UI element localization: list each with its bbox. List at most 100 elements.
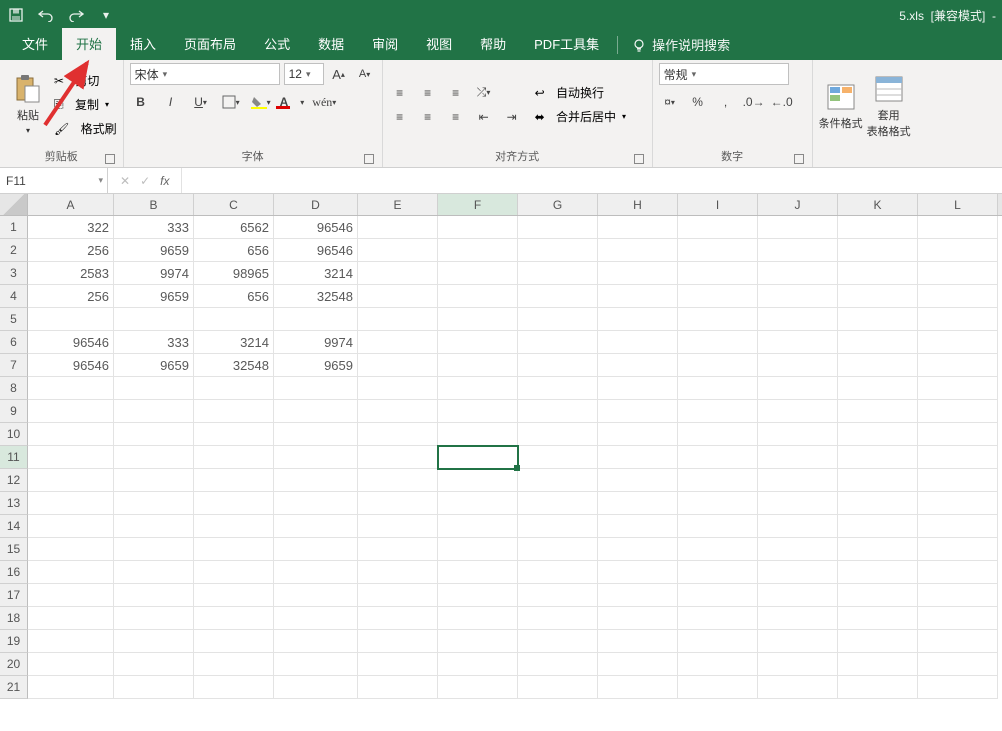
cell[interactable]: [758, 423, 838, 446]
cell[interactable]: [274, 400, 358, 423]
cell[interactable]: [838, 354, 918, 377]
cell[interactable]: [918, 400, 998, 423]
cell[interactable]: [438, 423, 518, 446]
cell[interactable]: [918, 262, 998, 285]
cell[interactable]: [598, 423, 678, 446]
row-header[interactable]: 17: [0, 584, 28, 607]
cell[interactable]: [598, 676, 678, 699]
cell[interactable]: [678, 423, 758, 446]
cell[interactable]: [274, 308, 358, 331]
cell[interactable]: [438, 492, 518, 515]
tab-review[interactable]: 审阅: [358, 28, 412, 60]
cell[interactable]: [194, 630, 274, 653]
cell[interactable]: [678, 538, 758, 561]
cell[interactable]: [358, 584, 438, 607]
column-header-B[interactable]: B: [114, 194, 194, 215]
cell[interactable]: 656: [194, 239, 274, 262]
cell[interactable]: 9659: [114, 285, 194, 308]
cell[interactable]: [438, 308, 518, 331]
cell[interactable]: [114, 308, 194, 331]
currency-button[interactable]: ¤▾: [659, 91, 681, 113]
cell[interactable]: [678, 216, 758, 239]
cell[interactable]: [438, 561, 518, 584]
cell[interactable]: [918, 216, 998, 239]
cell[interactable]: [28, 653, 114, 676]
cell[interactable]: [918, 607, 998, 630]
cell[interactable]: [358, 538, 438, 561]
cell[interactable]: [438, 653, 518, 676]
cell[interactable]: 656: [194, 285, 274, 308]
row-header[interactable]: 10: [0, 423, 28, 446]
cell[interactable]: [114, 653, 194, 676]
cell[interactable]: [194, 515, 274, 538]
row-header[interactable]: 19: [0, 630, 28, 653]
cell[interactable]: [598, 538, 678, 561]
cell[interactable]: 96546: [274, 216, 358, 239]
cell[interactable]: [518, 607, 598, 630]
select-all-corner[interactable]: [0, 194, 28, 215]
cell[interactable]: [194, 492, 274, 515]
cell[interactable]: [438, 584, 518, 607]
cell[interactable]: [758, 262, 838, 285]
cell[interactable]: [438, 331, 518, 354]
cell[interactable]: [598, 239, 678, 262]
cell[interactable]: [274, 492, 358, 515]
comma-button[interactable]: ,: [715, 91, 737, 113]
redo-icon[interactable]: [66, 5, 86, 25]
cell[interactable]: [838, 630, 918, 653]
cell[interactable]: [438, 515, 518, 538]
cell[interactable]: [194, 377, 274, 400]
increase-decimal-button[interactable]: .0→: [743, 91, 765, 113]
fx-icon[interactable]: fx: [160, 174, 169, 188]
cell[interactable]: 32548: [194, 354, 274, 377]
cell[interactable]: [678, 446, 758, 469]
format-as-table-button[interactable]: 套用 表格格式: [867, 68, 911, 146]
row-header[interactable]: 1: [0, 216, 28, 239]
cell[interactable]: [838, 423, 918, 446]
cell[interactable]: [114, 492, 194, 515]
cell[interactable]: [838, 377, 918, 400]
cell[interactable]: [358, 262, 438, 285]
cell[interactable]: [518, 354, 598, 377]
cell[interactable]: [758, 630, 838, 653]
cell[interactable]: [598, 285, 678, 308]
cell[interactable]: [358, 607, 438, 630]
cell[interactable]: [114, 515, 194, 538]
cell[interactable]: [518, 216, 598, 239]
cell[interactable]: [114, 630, 194, 653]
cell[interactable]: [518, 262, 598, 285]
cell[interactable]: [838, 239, 918, 262]
cell[interactable]: [438, 354, 518, 377]
cell[interactable]: [678, 354, 758, 377]
cell[interactable]: [114, 584, 194, 607]
cell[interactable]: [598, 607, 678, 630]
cell[interactable]: [678, 515, 758, 538]
undo-icon[interactable]: [36, 5, 56, 25]
cell[interactable]: [758, 561, 838, 584]
cell[interactable]: [598, 515, 678, 538]
paste-button[interactable]: 粘贴▾: [6, 66, 50, 144]
cell[interactable]: [758, 676, 838, 699]
cell[interactable]: [598, 400, 678, 423]
underline-button[interactable]: U▾: [190, 91, 212, 113]
cell[interactable]: [678, 561, 758, 584]
cell[interactable]: [438, 239, 518, 262]
cell[interactable]: 98965: [194, 262, 274, 285]
cell[interactable]: [598, 469, 678, 492]
enter-icon[interactable]: ✓: [140, 174, 150, 188]
column-header-L[interactable]: L: [918, 194, 998, 215]
row-header[interactable]: 9: [0, 400, 28, 423]
cell[interactable]: [838, 400, 918, 423]
cell[interactable]: [28, 561, 114, 584]
cell[interactable]: [358, 400, 438, 423]
cell[interactable]: [518, 584, 598, 607]
format-painter-button[interactable]: 🖌 格式刷: [54, 118, 117, 140]
cell[interactable]: [518, 469, 598, 492]
cell[interactable]: [918, 676, 998, 699]
row-header[interactable]: 2: [0, 239, 28, 262]
cell[interactable]: [438, 446, 518, 469]
cell[interactable]: [28, 469, 114, 492]
wrap-text-button[interactable]: ↩ 自动换行: [535, 82, 626, 104]
cell[interactable]: [598, 377, 678, 400]
qat-more-icon[interactable]: ▾: [96, 5, 116, 25]
